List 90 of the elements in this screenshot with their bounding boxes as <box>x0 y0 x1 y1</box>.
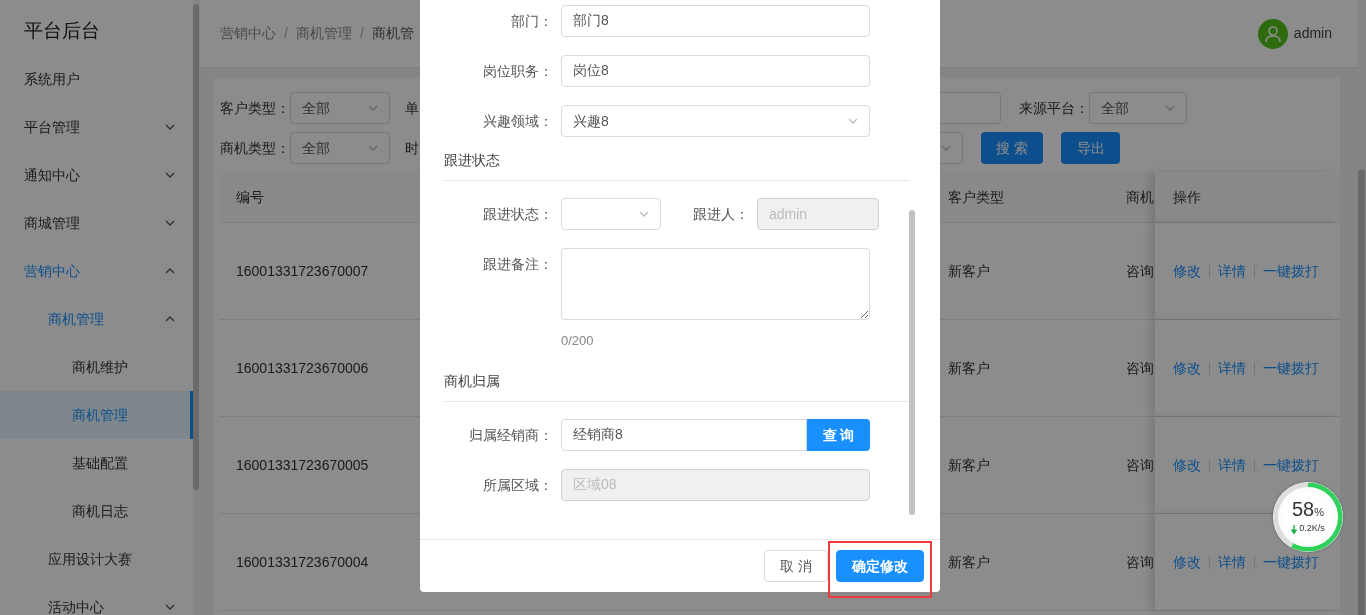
app-title: 平台后台 <box>23 19 101 43</box>
action-link[interactable]: 修改 <box>1173 551 1201 573</box>
chevron-icon <box>368 105 378 111</box>
chevron-icon <box>941 145 951 151</box>
sidebar-item[interactable]: 通知中心 <box>0 151 193 199</box>
table-cell-text: 咨询 <box>1125 455 1155 475</box>
notes-field[interactable] <box>561 248 870 320</box>
table-cell-text: 16001331723670007 <box>235 261 370 281</box>
action-link[interactable]: 一键拨打 <box>1263 551 1319 573</box>
filter-label: 时 <box>405 138 419 158</box>
action-link[interactable]: 详情 <box>1218 454 1246 476</box>
input-field[interactable]: 部门8 <box>561 5 870 37</box>
chevron-icon <box>368 145 378 151</box>
scrollbar-thumb[interactable] <box>909 210 915 515</box>
column-header: 客户类型 <box>947 187 1005 207</box>
table-cell-text: 新客户 <box>947 455 991 475</box>
sidebar-item[interactable]: 商机管理 <box>0 391 193 439</box>
action-link[interactable]: 修改 <box>1173 454 1201 476</box>
select-field[interactable]: 全部 <box>290 132 390 164</box>
chevron-icon <box>639 211 649 217</box>
breadcrumb-link[interactable]: 营销中心 <box>220 23 276 44</box>
sidebar-item[interactable]: 系统用户 <box>0 55 193 103</box>
percent-unit: % <box>1314 506 1324 519</box>
table-cell-text: 咨询 <box>1125 261 1155 281</box>
field-label: 所属区域： <box>482 476 553 495</box>
action-button[interactable]: 搜 索 <box>981 132 1043 164</box>
column-header: 操作 <box>1155 172 1340 222</box>
sidebar-item[interactable]: 平台管理 <box>0 103 193 151</box>
sidebar-item[interactable]: 营销中心 <box>0 247 193 295</box>
table-cell-text: 咨询 <box>1125 358 1155 378</box>
sidebar-item[interactable]: 基础配置 <box>0 439 193 487</box>
field-label: 岗位职务： <box>482 62 553 81</box>
table-cell-text: 16001331723670005 <box>235 455 370 475</box>
table-cell-text: 16001331723670006 <box>235 358 370 378</box>
field-label: 归属经销商： <box>468 426 553 445</box>
select-field[interactable]: 全部 <box>1089 92 1187 124</box>
select-field[interactable]: 全部 <box>290 92 390 124</box>
chevron-icon <box>848 118 858 124</box>
select-field[interactable]: 兴趣8 <box>561 105 870 137</box>
user-name[interactable]: admin <box>1293 23 1332 44</box>
input-field[interactable]: 经销商8 <box>561 419 807 451</box>
character-counter: 0/200 <box>560 332 595 350</box>
table-cell-text: 16001331723670004 <box>235 552 370 572</box>
input-field[interactable]: 岗位8 <box>561 55 870 87</box>
breadcrumb-separator: / <box>284 24 288 43</box>
action-link[interactable]: 详情 <box>1218 357 1246 379</box>
query-button[interactable]: 查 询 <box>807 419 870 451</box>
percent-value: 58 <box>1292 498 1315 521</box>
scrollbar-thumb[interactable] <box>1358 170 1365 615</box>
sidebar-item[interactable]: 商机管理 <box>0 295 193 343</box>
field-label: 部门： <box>510 12 553 31</box>
sidebar-item[interactable]: 商机日志 <box>0 487 193 535</box>
action-link[interactable]: 修改 <box>1173 260 1201 282</box>
section-heading: 跟进状态 <box>444 149 910 181</box>
sidebar-item[interactable]: 商城管理 <box>0 199 193 247</box>
field-label: 兴趣领域： <box>482 112 553 131</box>
sidebar-item[interactable]: 活动中心 <box>0 583 193 615</box>
avatar-icon[interactable] <box>1257 18 1288 49</box>
action-link[interactable]: 一键拨打 <box>1263 454 1319 476</box>
field-label: 跟进备注： <box>482 255 553 274</box>
action-link[interactable]: 详情 <box>1218 551 1246 573</box>
down-arrow-icon <box>1291 524 1298 534</box>
field-label: 跟进状态： <box>482 205 553 224</box>
table-cell-text: 新客户 <box>947 261 991 281</box>
cancel-button[interactable]: 取 消 <box>764 550 828 582</box>
action-link[interactable]: 详情 <box>1218 260 1246 282</box>
action-link[interactable]: 一键拨打 <box>1263 357 1319 379</box>
filter-label: 商机类型： <box>220 138 290 158</box>
column-header: 编号 <box>235 187 265 207</box>
table-cell-text: 咨询 <box>1125 552 1155 572</box>
filter-label: 来源平台： <box>1019 98 1089 118</box>
select-field[interactable] <box>561 198 661 230</box>
column-header: 商机 <box>1125 187 1155 207</box>
action-link[interactable]: 一键拨打 <box>1263 260 1319 282</box>
table-cell-text: 新客户 <box>947 552 991 572</box>
action-button[interactable]: 导出 <box>1061 132 1120 164</box>
speed-text: 0.2K/s <box>1299 522 1325 536</box>
breadcrumb-current: 商机管 <box>371 24 414 43</box>
filter-label: 客户类型： <box>220 98 290 118</box>
field-label: 跟进人： <box>693 205 749 224</box>
breadcrumb-separator: / <box>359 24 364 43</box>
table-cell-text: 新客户 <box>947 358 991 378</box>
confirm-button[interactable]: 确定修改 <box>836 550 924 582</box>
breadcrumb-link[interactable]: 商机管理 <box>295 23 352 44</box>
filter-label: 单 <box>405 98 419 118</box>
sidebar-item[interactable]: 应用设计大赛 <box>0 535 193 583</box>
action-link[interactable]: 修改 <box>1173 357 1201 379</box>
chevron-icon <box>1165 105 1175 111</box>
sidebar-item[interactable]: 商机维护 <box>0 343 193 391</box>
scrollbar-thumb[interactable] <box>193 4 199 490</box>
